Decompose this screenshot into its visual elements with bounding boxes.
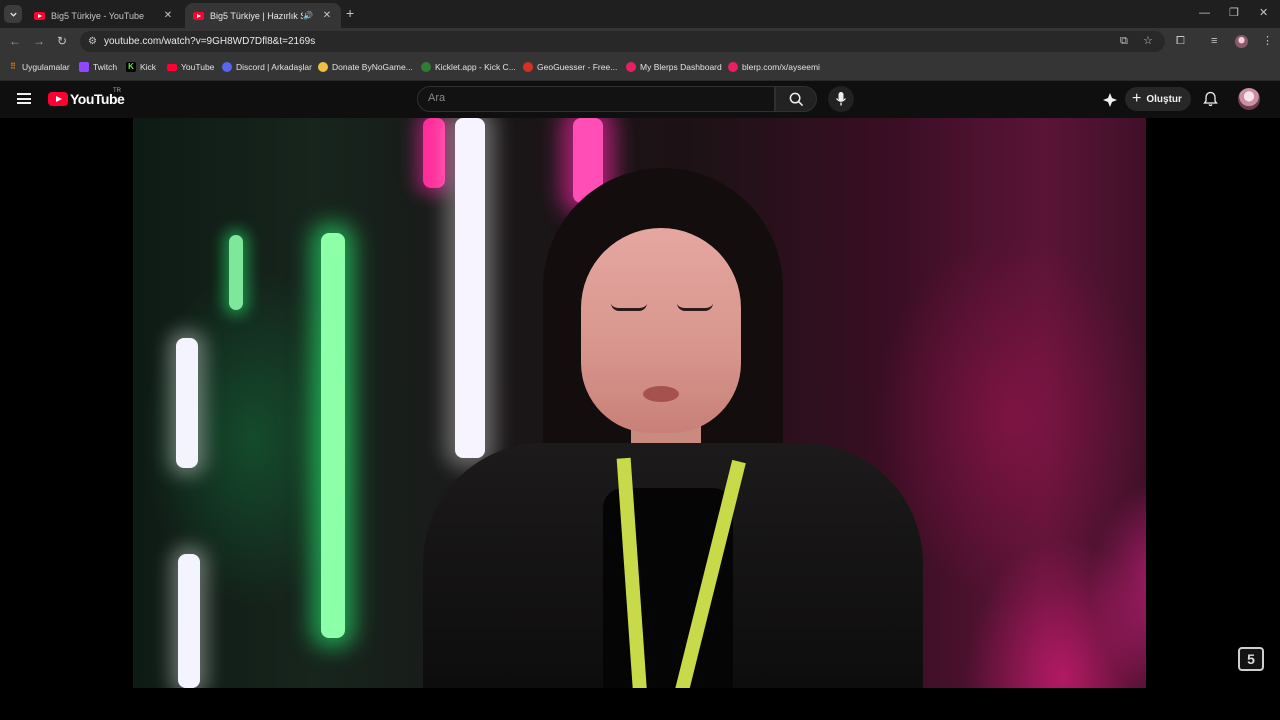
bookmark-kicklet[interactable]: Kicklet.app - Kick C... <box>421 62 516 72</box>
bookmark-youtube[interactable]: YouTube <box>167 62 214 72</box>
blerp-icon <box>728 62 738 72</box>
tab-close-icon[interactable]: ✕ <box>321 10 333 21</box>
bookmark-label: Uygulamalar <box>22 62 70 72</box>
new-tab-button[interactable]: + <box>346 6 354 20</box>
user-avatar[interactable] <box>1238 88 1260 110</box>
youtube-favicon-icon <box>193 11 204 20</box>
voice-search-button[interactable] <box>828 86 854 112</box>
extensions-puzzle-icon[interactable]: ⧠ <box>1176 35 1185 48</box>
search-input[interactable] <box>428 92 758 104</box>
kicklet-icon <box>421 62 431 72</box>
create-button[interactable]: + Oluştur <box>1125 87 1191 111</box>
neon-light-white-lower <box>178 554 200 688</box>
tab-search-button[interactable] <box>4 5 22 23</box>
bookmark-label: Donate ByNoGame... <box>332 62 413 72</box>
create-label: Oluştur <box>1146 93 1182 105</box>
face <box>581 228 741 433</box>
youtube-icon <box>167 63 177 71</box>
address-bar[interactable]: ⚙ youtube.com/watch?v=9GH8WD7Dfl8&t=2169… <box>80 31 1165 52</box>
minimize-button[interactable]: — <box>1199 6 1210 20</box>
microphone-icon <box>835 92 847 106</box>
search-icon <box>789 92 804 107</box>
browser-profile-avatar[interactable] <box>1235 35 1248 48</box>
reload-icon[interactable]: ↻ <box>57 34 67 48</box>
restore-button[interactable]: ❐ <box>1229 6 1239 20</box>
sparkle-extension-icon[interactable] <box>1102 92 1118 108</box>
search-box[interactable] <box>417 86 775 112</box>
lips <box>643 386 679 402</box>
video-player[interactable]: 5 <box>0 118 1280 720</box>
browser-menu-icon[interactable]: ⋮ <box>1262 35 1273 48</box>
bookmark-label: YouTube <box>181 62 215 72</box>
bookmark-twitch[interactable]: Twitch <box>79 62 117 72</box>
close-window-button[interactable]: ✕ <box>1259 6 1268 20</box>
bookmark-kick[interactable]: K Kick <box>126 62 156 72</box>
bookmark-label: GeoGuesser - Free... <box>537 62 618 72</box>
tab-big5-video[interactable]: Big5 Türkiye | Hazırlık Sezon 🔊 ✕ <box>185 3 341 28</box>
video-subject-person <box>403 158 923 688</box>
forward-arrow-icon[interactable]: → <box>33 34 45 48</box>
notifications-bell-icon[interactable] <box>1203 91 1218 107</box>
tab-title: Big5 Türkiye | Hazırlık Sezon <box>210 10 303 21</box>
plus-icon: + <box>1132 90 1142 107</box>
tab-close-icon[interactable]: ✕ <box>162 10 174 21</box>
twitch-icon <box>79 62 89 72</box>
bookmark-uygulamalar[interactable]: ⠿ Uygulamalar <box>8 62 70 72</box>
geoguessr-icon <box>523 62 533 72</box>
chevron-down-icon <box>9 12 17 17</box>
search-button[interactable] <box>775 86 817 112</box>
bookmark-label: Discord | Arkadaşlar <box>236 62 312 72</box>
bookmark-label: Kicklet.app - Kick C... <box>435 62 516 72</box>
hamburger-menu-icon[interactable] <box>17 93 31 104</box>
neon-light-green-small <box>229 235 243 310</box>
site-info-icon[interactable]: ⚙ <box>86 35 99 48</box>
youtube-favicon-icon <box>34 11 45 20</box>
url-text[interactable]: youtube.com/watch?v=9GH8WD7Dfl8&t=2169s <box>104 36 315 47</box>
neon-light-green <box>321 233 345 638</box>
apps-grid-icon: ⠿ <box>10 62 16 71</box>
eye-right <box>677 303 713 311</box>
audio-playing-icon[interactable]: 🔊 <box>303 11 313 20</box>
bookmark-label: Kick <box>140 62 157 72</box>
back-arrow-icon[interactable]: ← <box>9 34 21 48</box>
country-code: TR <box>113 88 121 94</box>
bookmark-bynogame[interactable]: Donate ByNoGame... <box>318 62 413 72</box>
bookmark-blerps-dashboard[interactable]: My Blerps Dashboard <box>626 62 722 72</box>
channel-watermark-logo[interactable]: 5 <box>1238 647 1264 671</box>
neon-light-white-upper <box>176 338 198 468</box>
cast-icon[interactable]: ⧉ <box>1120 35 1128 48</box>
bookmark-star-icon[interactable]: ☆ <box>1143 35 1153 48</box>
browser-tab-strip: Big5 Türkiye - YouTube ✕ Big5 Türkiye | … <box>0 0 1280 28</box>
bookmark-blerp-ayseemi[interactable]: blerp.com/x/ayseemi <box>728 62 820 72</box>
blerp-icon <box>626 62 636 72</box>
bookmarks-bar: ⠿ Uygulamalar Twitch K Kick YouTube Disc… <box>0 55 1280 81</box>
reading-list-icon[interactable]: ≡ <box>1211 35 1217 48</box>
bookmark-label: blerp.com/x/ayseemi <box>742 62 820 72</box>
kick-icon: K <box>126 62 136 72</box>
bookmark-discord[interactable]: Discord | Arkadaşlar <box>222 62 312 72</box>
bookmark-label: Twitch <box>93 62 118 72</box>
youtube-logo[interactable]: YouTube TR <box>48 88 125 107</box>
browser-toolbar: ← → ↻ ⚙ youtube.com/watch?v=9GH8WD7Dfl8&… <box>0 28 1280 55</box>
youtube-play-logo-icon <box>48 92 68 106</box>
youtube-masthead: YouTube TR + Oluştur <box>0 81 1280 118</box>
bynogame-icon <box>318 62 328 72</box>
bookmark-geoguessr[interactable]: GeoGuesser - Free... <box>523 62 617 72</box>
discord-icon <box>222 62 232 72</box>
tab-big5-channel[interactable]: Big5 Türkiye - YouTube ✕ <box>26 3 182 28</box>
video-frame[interactable] <box>133 118 1146 688</box>
bookmark-label: My Blerps Dashboard <box>640 62 722 72</box>
tab-title: Big5 Türkiye - YouTube <box>51 10 145 21</box>
eye-left <box>611 303 647 311</box>
